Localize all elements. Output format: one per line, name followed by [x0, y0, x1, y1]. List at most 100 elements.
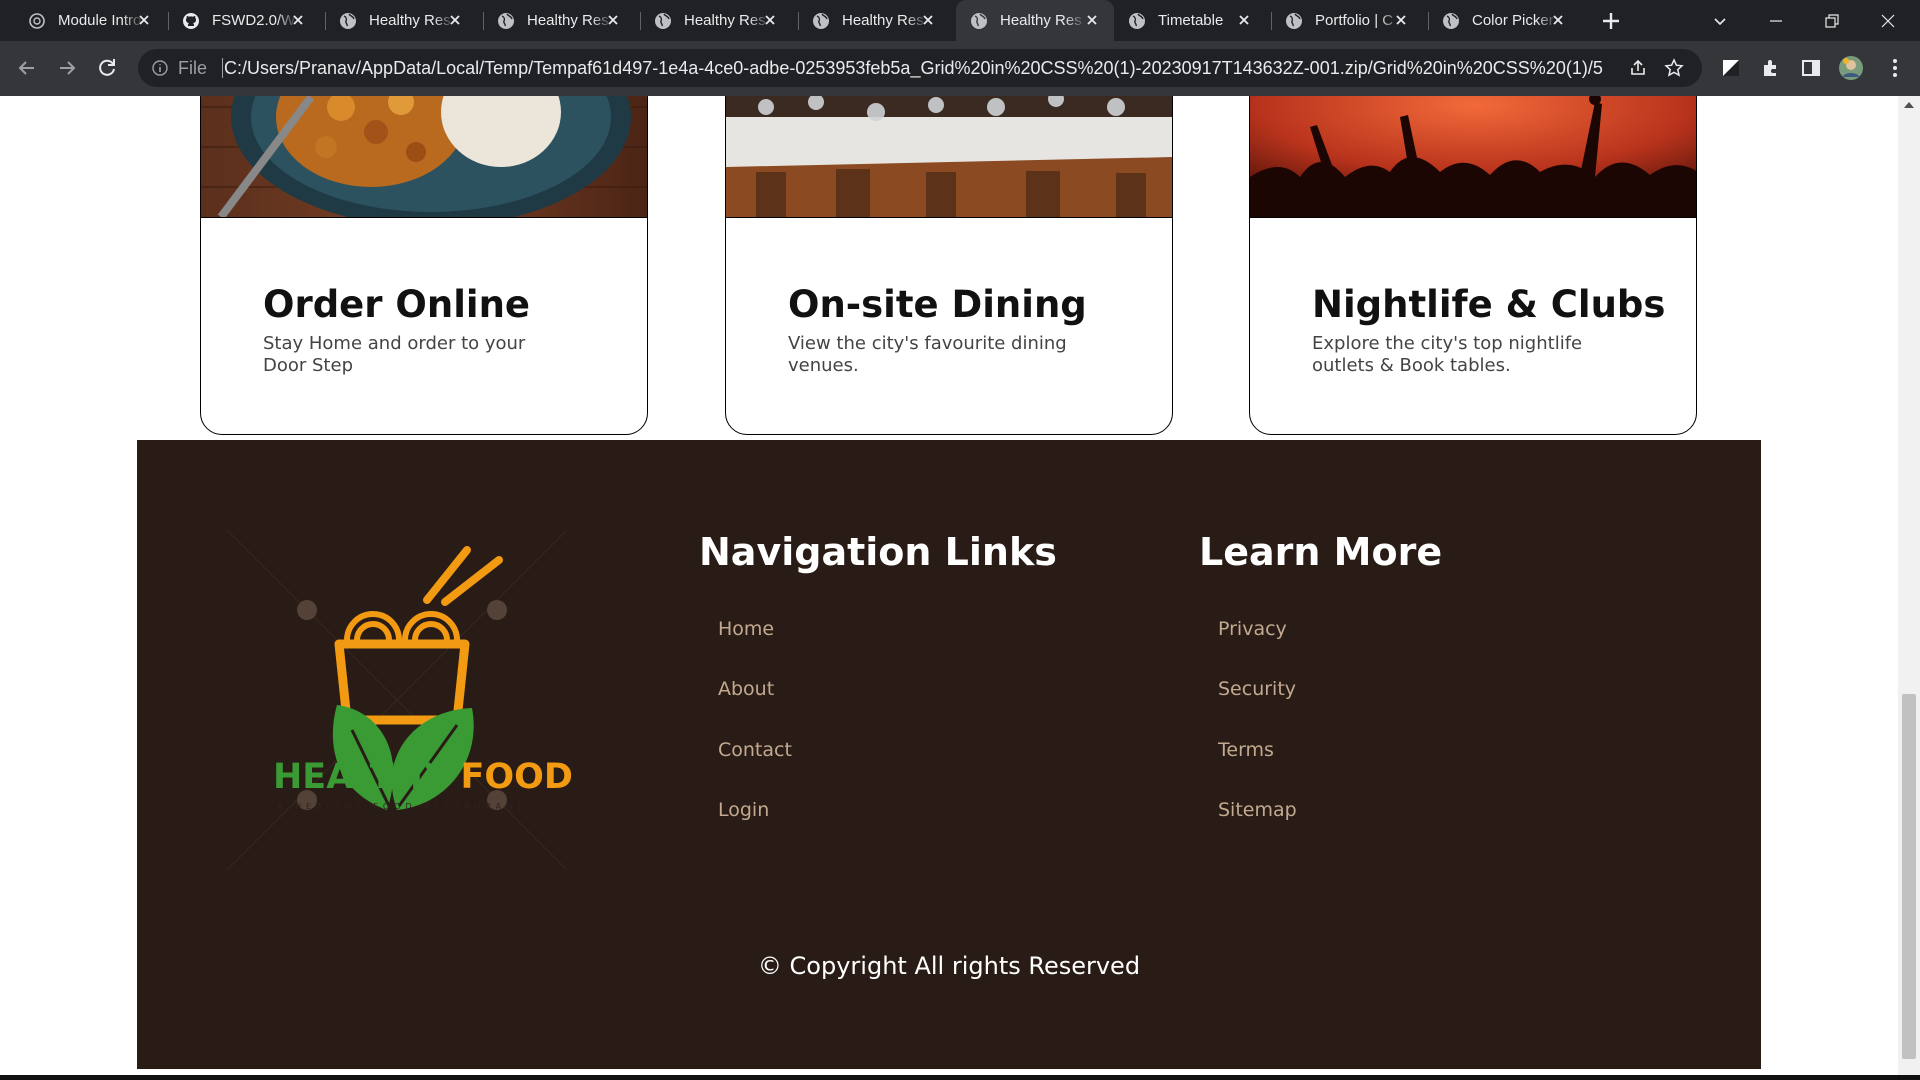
footer-link-security[interactable]: Security — [1218, 678, 1296, 700]
globe-icon — [498, 12, 514, 29]
card-title: On-site Dining — [788, 283, 1087, 326]
globe-icon — [1129, 12, 1145, 29]
info-icon[interactable] — [152, 60, 168, 76]
tab-title: Color Picker — [1472, 12, 1554, 29]
navigation-links-heading: Navigation Links — [699, 530, 1057, 574]
more-menu-icon[interactable] — [1882, 55, 1908, 81]
tab-title: FSWD2.0/W — [212, 12, 296, 29]
page-viewport: Order Online Stay Home and order to your… — [0, 96, 1898, 1075]
back-arrow-icon[interactable] — [14, 55, 40, 81]
tab-title: Healthy Res — [684, 12, 766, 29]
footer-link-sitemap[interactable]: Sitemap — [1218, 799, 1297, 821]
footer-link-login[interactable]: Login — [718, 799, 769, 821]
minimize-button[interactable] — [1748, 0, 1804, 41]
tab-title: Healthy Res — [842, 12, 924, 29]
close-icon[interactable] — [136, 12, 152, 28]
minimize-icon — [1770, 19, 1782, 22]
github-icon — [183, 12, 199, 29]
browser-tab[interactable]: Color Picker — [1414, 0, 1580, 41]
logo-word-food: FOOD — [460, 757, 573, 797]
logo-wordmark: HEALTHY FOOD — [273, 757, 573, 797]
site-footer: HEALTHY FOOD A HEALTHY FOOD RESTAURANT N… — [137, 440, 1761, 1069]
browser-tab[interactable]: FSWD2.0/W — [154, 0, 320, 41]
profile-avatar[interactable] — [1838, 55, 1864, 81]
tab-title: Portfolio | C — [1315, 12, 1394, 29]
card-description: Explore the city's top nightlife outlets… — [1312, 333, 1583, 376]
globe-icon — [1286, 12, 1302, 29]
generic-tab-icon — [29, 12, 45, 29]
footer-link-privacy[interactable]: Privacy — [1218, 618, 1287, 640]
chevron-down-icon — [1714, 17, 1726, 25]
healthy-food-logo — [227, 530, 567, 870]
copyright-text: © Copyright All rights Reserved — [757, 952, 1141, 980]
window-bottom-edge — [0, 1075, 1920, 1080]
tab-title: Healthy Res — [1000, 12, 1082, 29]
logo-tagline: A HEALTHY FOOD RESTAURANT — [277, 802, 528, 811]
browser-toolbar: File C:/Users/Pranav/AppData/Local/Temp/… — [0, 41, 1920, 96]
food-plate-photo — [201, 96, 647, 218]
restaurant-interior-photo — [726, 96, 1172, 218]
share-icon[interactable] — [1628, 58, 1648, 78]
logo-word-healthy: HEALTHY — [273, 757, 449, 797]
scrollbar-thumb[interactable] — [1902, 694, 1916, 1059]
globe-icon — [1443, 12, 1459, 29]
close-icon[interactable] — [290, 12, 306, 28]
browser-tab-active[interactable]: Healthy Res — [956, 0, 1114, 41]
vertical-scrollbar[interactable] — [1898, 96, 1920, 1075]
browser-tab-strip: Module Intro FSWD2.0/W Healthy Res Healt… — [0, 0, 1920, 41]
close-window-button[interactable] — [1860, 0, 1916, 41]
footer-link-home[interactable]: Home — [718, 618, 774, 640]
close-icon[interactable] — [605, 12, 621, 28]
address-bar[interactable]: File C:/Users/Pranav/AppData/Local/Temp/… — [138, 49, 1702, 87]
scroll-up-arrow-icon[interactable] — [1904, 102, 1914, 108]
restore-icon — [1825, 13, 1839, 28]
forward-arrow-icon[interactable] — [54, 55, 80, 81]
reload-icon[interactable] — [94, 55, 120, 81]
globe-icon — [971, 12, 987, 29]
browser-tab[interactable]: Timetable — [1100, 0, 1266, 41]
footer-link-terms[interactable]: Terms — [1218, 739, 1274, 761]
browser-tab[interactable]: Healthy Res — [626, 0, 792, 41]
close-icon[interactable] — [920, 12, 936, 28]
close-icon[interactable] — [1084, 12, 1100, 28]
extension-diagonal-icon[interactable] — [1718, 55, 1744, 81]
globe-icon — [340, 12, 356, 29]
restore-button[interactable] — [1804, 0, 1860, 41]
service-card-order-online[interactable]: Order Online Stay Home and order to your… — [200, 96, 648, 435]
card-description: Stay Home and order to your Door Step — [263, 333, 526, 376]
close-icon — [1881, 14, 1895, 27]
browser-tab[interactable]: Portfolio | C — [1257, 0, 1423, 41]
concert-crowd-photo — [1250, 96, 1696, 218]
footer-link-contact[interactable]: Contact — [718, 739, 792, 761]
close-icon[interactable] — [447, 12, 463, 28]
side-panel-icon[interactable] — [1798, 55, 1824, 81]
url-text[interactable]: C:/Users/Pranav/AppData/Local/Temp/Tempa… — [224, 58, 1604, 79]
globe-icon — [813, 12, 829, 29]
browser-tab[interactable]: Healthy Res — [311, 0, 477, 41]
footer-link-about[interactable]: About — [718, 678, 774, 700]
tab-title: Healthy Res — [369, 12, 451, 29]
extensions-puzzle-icon[interactable] — [1758, 55, 1784, 81]
card-title: Order Online — [263, 283, 531, 326]
tab-title: Healthy Res — [527, 12, 609, 29]
card-title: Nightlife & Clubs — [1312, 283, 1666, 326]
close-icon[interactable] — [1236, 12, 1252, 28]
url-separator — [222, 58, 223, 78]
close-icon[interactable] — [762, 12, 778, 28]
browser-tab[interactable]: Healthy Res — [469, 0, 635, 41]
close-icon[interactable] — [1550, 12, 1566, 28]
service-card-nightlife-clubs[interactable]: Nightlife & Clubs Explore the city's top… — [1249, 96, 1697, 435]
globe-icon — [655, 12, 671, 29]
bookmark-star-icon[interactable] — [1664, 58, 1684, 78]
tab-title: Timetable — [1158, 12, 1224, 29]
tab-title: Module Intro — [58, 12, 142, 29]
learn-more-heading: Learn More — [1199, 530, 1443, 574]
browser-tab[interactable]: Healthy Res — [784, 0, 950, 41]
url-scheme-label: File — [178, 58, 208, 78]
card-description: View the city's favourite dining venues. — [788, 333, 1067, 376]
service-card-onsite-dining[interactable]: On-site Dining View the city's favourite… — [725, 96, 1173, 435]
new-tab-plus-icon[interactable] — [1599, 9, 1623, 33]
browser-tab[interactable]: Module Intro — [0, 0, 166, 41]
close-icon[interactable] — [1393, 12, 1409, 28]
tab-search-button[interactable] — [1692, 0, 1748, 41]
